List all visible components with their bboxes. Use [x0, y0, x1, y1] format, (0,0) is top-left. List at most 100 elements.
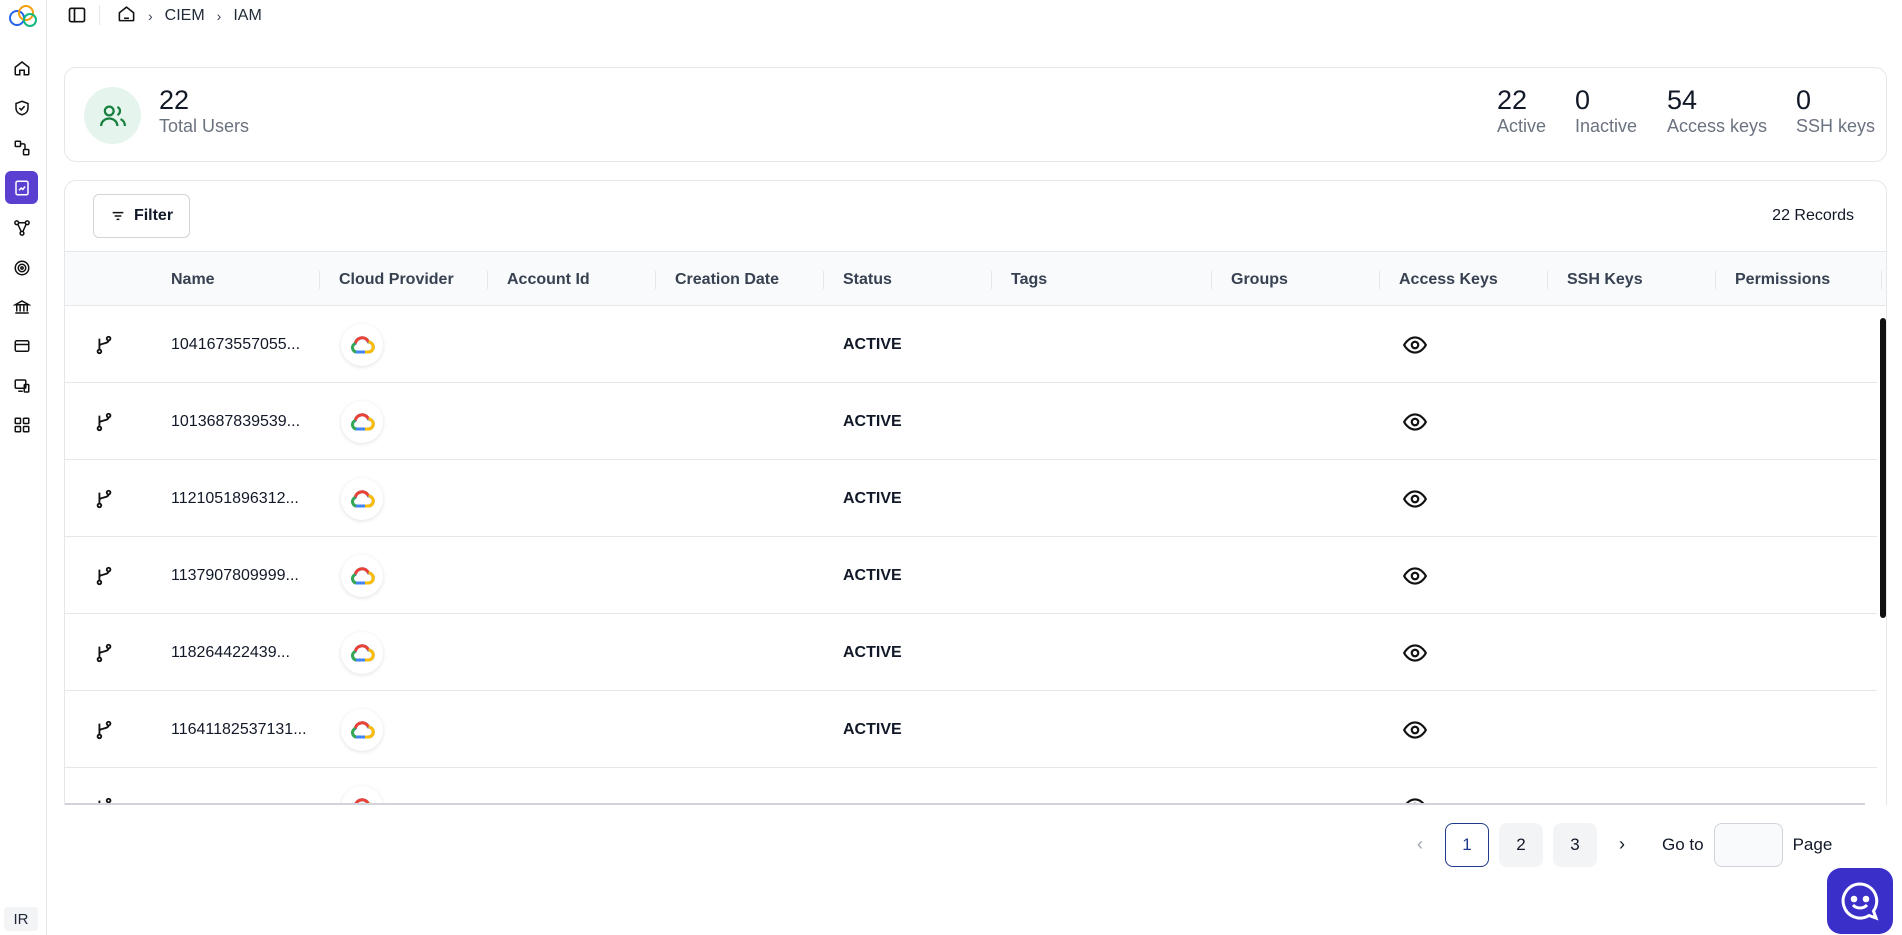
- target-icon[interactable]: [5, 251, 38, 284]
- breadcrumb-ciem[interactable]: CIEM: [165, 7, 205, 25]
- eye-icon[interactable]: [1402, 691, 1428, 768]
- page-button-1[interactable]: 1: [1445, 822, 1489, 867]
- user-name-cell[interactable]: 11641182537131...: [171, 691, 307, 768]
- table-row[interactable]: 1121051896312... ACTIVE: [65, 460, 1877, 537]
- google-cloud-icon: [341, 323, 383, 366]
- workflow-icon[interactable]: [5, 131, 38, 164]
- shield-check-icon[interactable]: [5, 91, 38, 124]
- eye-icon[interactable]: [1402, 768, 1428, 805]
- branch-icon[interactable]: [93, 537, 115, 614]
- goto-label: Go to: [1662, 834, 1704, 854]
- total-users-label: Total Users: [159, 115, 250, 136]
- column-header-cloud-provider[interactable]: Cloud Provider: [339, 252, 454, 307]
- stat-ssh-keys: 0 SSH keys: [1796, 85, 1876, 137]
- table-row[interactable]: 11641182537131... ACTIVE: [65, 691, 1877, 768]
- user-name-cell[interactable]: 1137907809999...: [171, 537, 299, 614]
- home-icon[interactable]: [117, 4, 136, 28]
- top-bar: › CIEM › IAM: [47, 0, 1902, 30]
- status-cell: ACTIVE: [843, 643, 902, 661]
- stat-access-keys: 54 Access keys: [1667, 85, 1768, 137]
- filter-label: Filter: [133, 207, 174, 224]
- column-header-status[interactable]: Status: [843, 252, 892, 307]
- column-header-access-keys[interactable]: Access Keys: [1399, 252, 1498, 307]
- eye-icon[interactable]: [1402, 383, 1428, 460]
- eye-icon[interactable]: [1402, 460, 1428, 537]
- filter-icon: [112, 211, 124, 221]
- sidebar-toggle-icon[interactable]: [67, 5, 87, 25]
- next-page-icon[interactable]: ›: [1602, 823, 1642, 867]
- column-divider: [1379, 271, 1380, 289]
- page-button-3[interactable]: 3: [1553, 822, 1597, 867]
- chat-assistant-button[interactable]: [1827, 868, 1893, 934]
- user-name-cell[interactable]: 1013687839539...: [171, 383, 300, 460]
- column-divider: [991, 271, 992, 289]
- google-cloud-icon: [341, 477, 383, 520]
- vertical-scrollbar[interactable]: [1877, 306, 1886, 796]
- branch-icon[interactable]: [93, 460, 115, 537]
- breadcrumb: › CIEM › IAM: [117, 4, 262, 28]
- table-row-partial[interactable]: [65, 768, 1877, 805]
- branch-icon[interactable]: [93, 306, 115, 383]
- column-header-permissions[interactable]: Permissions: [1735, 252, 1830, 307]
- user-name-cell[interactable]: 118264422439...: [171, 614, 290, 691]
- table-row[interactable]: 1013687839539... ACTIVE: [65, 383, 1877, 460]
- horizontal-scrollbar[interactable]: [65, 803, 1865, 805]
- table-row[interactable]: 118264422439... ACTIVE: [65, 614, 1877, 691]
- page-button-2[interactable]: 2: [1499, 822, 1543, 867]
- column-header-tags[interactable]: Tags: [1011, 252, 1047, 307]
- toolbar-divider: [99, 5, 100, 25]
- column-divider: [1715, 271, 1716, 289]
- breadcrumb-iam: IAM: [233, 7, 262, 24]
- user-avatar[interactable]: IR: [4, 907, 38, 931]
- devices-icon[interactable]: [5, 369, 38, 402]
- scrollbar-thumb[interactable]: [1880, 318, 1886, 618]
- table-body: 1041673557055... ACTIVE 1013687839539... AC…: [65, 306, 1877, 805]
- eye-icon[interactable]: [1402, 614, 1428, 691]
- stat-value: 22: [1497, 85, 1528, 115]
- home-icon[interactable]: [5, 51, 38, 84]
- card-icon[interactable]: [5, 329, 38, 362]
- stat-active: 22 Active: [1497, 85, 1546, 137]
- table-row[interactable]: 1041673557055... ACTIVE: [65, 306, 1877, 383]
- status-cell: ACTIVE: [843, 335, 902, 353]
- branch-icon[interactable]: [93, 614, 115, 691]
- branch-icon[interactable]: [93, 383, 115, 460]
- total-users-count: 22: [159, 85, 190, 115]
- column-header-name[interactable]: Name: [171, 252, 215, 307]
- cloud-provider-cell: [341, 383, 383, 460]
- graph-icon[interactable]: [5, 211, 38, 244]
- user-name-cell[interactable]: 1041673557055...: [171, 306, 300, 383]
- branch-icon[interactable]: [93, 768, 115, 805]
- column-header-account-id[interactable]: Account Id: [507, 252, 590, 307]
- stat-value: 0: [1796, 85, 1812, 115]
- stat-label: Access keys: [1667, 115, 1768, 136]
- eye-icon[interactable]: [1402, 306, 1428, 383]
- pagination: ‹ 1 2 3 › Go to Page: [1400, 822, 1832, 867]
- report-icon[interactable]: [5, 171, 38, 204]
- eye-icon[interactable]: [1402, 537, 1428, 614]
- stat-inactive: 0 Inactive: [1575, 85, 1638, 137]
- records-count: 22 Records: [1772, 207, 1854, 224]
- status-cell: ACTIVE: [843, 412, 902, 430]
- stat-label: Inactive: [1575, 115, 1638, 136]
- stat-label: SSH keys: [1796, 115, 1876, 136]
- bank-icon[interactable]: [5, 290, 38, 323]
- google-cloud-icon: [341, 708, 383, 751]
- chevron-right-icon: ›: [148, 8, 153, 24]
- filter-button[interactable]: Filter: [93, 194, 190, 238]
- apps-grid-icon[interactable]: [5, 408, 38, 441]
- user-name-cell[interactable]: 1121051896312...: [171, 460, 299, 537]
- column-header-ssh-keys[interactable]: SSH Keys: [1567, 252, 1643, 307]
- previous-page-icon[interactable]: ‹: [1400, 823, 1440, 867]
- google-cloud-icon: [341, 400, 383, 443]
- chat-bot-icon: [1841, 882, 1879, 921]
- column-header-creation-date[interactable]: Creation Date: [675, 252, 779, 307]
- branch-icon[interactable]: [93, 691, 115, 768]
- column-header-groups[interactable]: Groups: [1231, 252, 1288, 307]
- total-users: 22 Total Users: [159, 85, 250, 137]
- table-row[interactable]: 1137907809999... ACTIVE: [65, 537, 1877, 614]
- cloud-provider-cell: [341, 306, 383, 383]
- app-logo-icon[interactable]: [6, 3, 40, 29]
- goto-page-input[interactable]: [1713, 822, 1783, 867]
- column-divider: [655, 271, 656, 289]
